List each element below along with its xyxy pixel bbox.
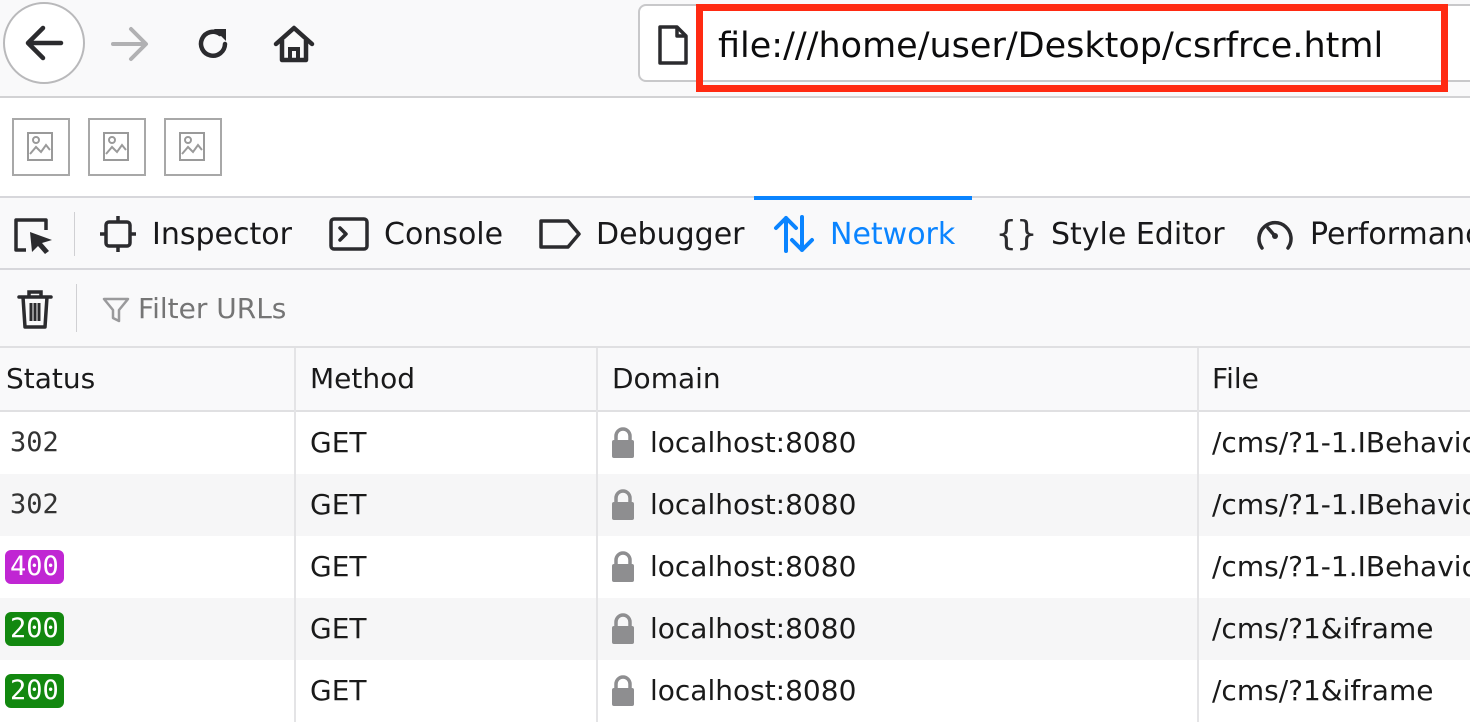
file-cell: /cms/?1-1.IBehaviorL bbox=[1212, 426, 1470, 459]
inspector-icon bbox=[100, 216, 136, 252]
reload-icon bbox=[198, 29, 228, 58]
tab-inspector[interactable]: Inspector bbox=[98, 198, 292, 270]
method-cell: GET bbox=[310, 426, 367, 459]
tab-network[interactable]: Network bbox=[772, 198, 955, 270]
lock-icon bbox=[612, 551, 634, 582]
element-picker-icon bbox=[14, 218, 52, 254]
style-editor-icon: {} bbox=[996, 214, 1037, 254]
broken-image bbox=[88, 118, 146, 176]
devtools-tab-bar: Inspector Console Debugger Network {} St… bbox=[0, 196, 1470, 270]
table-row[interactable]: 200 GET localhost:8080 /cms/?1&iframe bbox=[0, 598, 1470, 660]
toolbar-separator bbox=[76, 284, 77, 332]
home-button[interactable] bbox=[266, 14, 322, 74]
file-cell: /cms/?1-1.IBehaviorL bbox=[1212, 550, 1470, 583]
lock-icon bbox=[612, 489, 634, 520]
status-badge: 400 bbox=[5, 550, 64, 584]
table-row[interactable]: 302 GET localhost:8080 /cms/?1-1.IBehavi… bbox=[0, 474, 1470, 536]
clear-button[interactable] bbox=[16, 288, 54, 330]
filter-urls-input[interactable] bbox=[138, 286, 738, 332]
column-header-status[interactable]: Status bbox=[6, 348, 95, 410]
file-cell: /cms/?1-1.IBehaviorL bbox=[1212, 488, 1470, 521]
broken-image-icon bbox=[27, 132, 53, 161]
tab-label: Inspector bbox=[152, 216, 292, 252]
table-row[interactable]: 200 GET localhost:8080 /cms/?1&iframe bbox=[0, 660, 1470, 722]
column-divider[interactable] bbox=[294, 348, 296, 722]
page-content bbox=[0, 98, 1470, 196]
status-code: 302 bbox=[10, 427, 59, 458]
filter-icon bbox=[102, 297, 130, 323]
domain-cell: localhost:8080 bbox=[650, 612, 857, 645]
tab-label: Console bbox=[384, 216, 504, 252]
selected-tab-indicator bbox=[754, 196, 972, 200]
domain-cell: localhost:8080 bbox=[650, 550, 857, 583]
forward-button[interactable] bbox=[104, 14, 156, 74]
debugger-icon bbox=[539, 219, 581, 249]
lock-icon bbox=[612, 613, 634, 644]
page-icon bbox=[658, 25, 688, 65]
status-badge: 200 bbox=[5, 612, 64, 646]
toolbar-separator bbox=[74, 212, 75, 256]
broken-image bbox=[12, 118, 70, 176]
element-picker-button[interactable] bbox=[10, 214, 56, 256]
column-divider[interactable] bbox=[596, 348, 598, 722]
arrow-right-icon bbox=[111, 27, 148, 61]
column-header-domain[interactable]: Domain bbox=[612, 348, 721, 410]
method-cell: GET bbox=[310, 612, 367, 645]
broken-image-icon bbox=[179, 132, 205, 161]
tab-console[interactable]: Console bbox=[328, 198, 503, 270]
network-filter-toolbar bbox=[0, 270, 1470, 348]
performance-icon bbox=[1257, 220, 1293, 250]
reload-button[interactable] bbox=[185, 14, 241, 74]
tab-style-editor[interactable]: {} Style Editor bbox=[996, 198, 1225, 270]
column-header-method[interactable]: Method bbox=[310, 348, 415, 410]
method-cell: GET bbox=[310, 674, 367, 707]
console-icon bbox=[329, 217, 369, 251]
requests-table-header: Status Method Domain File bbox=[0, 348, 1470, 412]
lock-icon bbox=[612, 675, 634, 706]
status-code: 302 bbox=[10, 489, 59, 520]
file-cell: /cms/?1&iframe bbox=[1212, 612, 1434, 645]
tab-label: Debugger bbox=[596, 216, 745, 252]
table-row[interactable]: 302 GET localhost:8080 /cms/?1-1.IBehavi… bbox=[0, 412, 1470, 474]
tab-label: Network bbox=[830, 216, 956, 252]
column-header-file[interactable]: File bbox=[1212, 348, 1259, 410]
tab-debugger[interactable]: Debugger bbox=[538, 198, 745, 270]
domain-cell: localhost:8080 bbox=[650, 488, 857, 521]
method-cell: GET bbox=[310, 550, 367, 583]
domain-cell: localhost:8080 bbox=[650, 426, 857, 459]
home-icon bbox=[273, 25, 315, 63]
tab-label: Performanc bbox=[1310, 216, 1470, 252]
tab-performance[interactable]: Performanc bbox=[1254, 198, 1470, 270]
tab-label: Style Editor bbox=[1050, 216, 1225, 252]
broken-image bbox=[164, 118, 222, 176]
broken-image-icon bbox=[103, 132, 129, 161]
navigation-toolbar: file:///home/user/Desktop/csrfrce.html bbox=[0, 0, 1470, 98]
domain-cell: localhost:8080 bbox=[650, 674, 857, 707]
network-icon bbox=[774, 215, 814, 253]
lock-icon bbox=[612, 427, 634, 458]
status-badge: 200 bbox=[5, 674, 64, 708]
url-text[interactable]: file:///home/user/Desktop/csrfrce.html bbox=[718, 14, 1383, 78]
trash-icon bbox=[17, 290, 53, 329]
method-cell: GET bbox=[310, 488, 367, 521]
back-button[interactable] bbox=[3, 2, 85, 84]
arrow-left-icon bbox=[25, 25, 64, 61]
column-divider[interactable] bbox=[1197, 348, 1199, 722]
table-row[interactable]: 400 GET localhost:8080 /cms/?1-1.IBehavi… bbox=[0, 536, 1470, 598]
file-cell: /cms/?1&iframe bbox=[1212, 674, 1434, 707]
